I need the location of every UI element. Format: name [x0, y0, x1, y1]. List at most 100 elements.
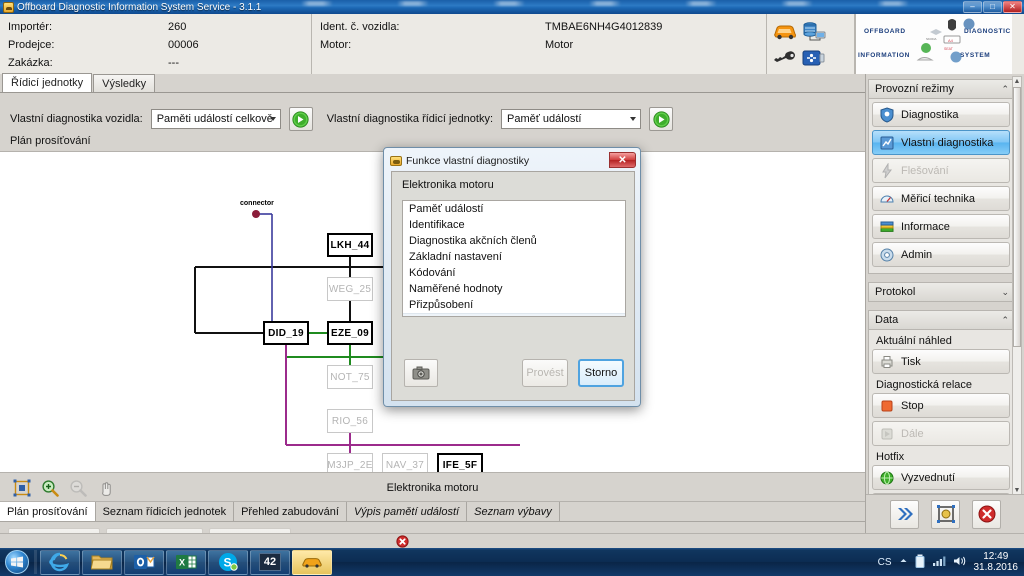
- taskbar-excel[interactable]: X: [166, 549, 206, 575]
- header-right-block: Ident. č. vozidla: TMBAE6NH4G4012839 Mot…: [312, 14, 767, 74]
- sidebar-scrollbar[interactable]: ▲ ▼: [1012, 76, 1022, 496]
- list-item[interactable]: Přizpůsobení: [403, 297, 625, 313]
- screenshot-button[interactable]: [931, 499, 960, 529]
- node-DID_19[interactable]: DID_19: [263, 321, 309, 345]
- network-icon[interactable]: [932, 555, 946, 570]
- node-RIO_56[interactable]: RIO_56: [327, 409, 373, 433]
- maximize-button[interactable]: □: [983, 1, 1002, 13]
- cancel-button[interactable]: [972, 499, 1001, 529]
- list-item-selected[interactable]: Oprávnění k přístupu: [403, 313, 625, 316]
- zoom-in-icon[interactable]: [36, 476, 64, 500]
- taskbar-clock[interactable]: 12:49 31.8.2016: [974, 551, 1019, 573]
- sidebar-section-provozni-rezimy[interactable]: Provozní režimy ⌃: [868, 79, 1014, 99]
- vin-value: TMBAE6NH4G4012839: [545, 21, 663, 33]
- brand-marks: A4 SEAT SKODA: [916, 18, 975, 63]
- sidebar-item-stop[interactable]: Stop: [872, 393, 1010, 418]
- next-nav-button[interactable]: [890, 499, 919, 529]
- node-IFE_5F[interactable]: IFE_5F: [437, 453, 483, 472]
- info-header: Importér: 260 Prodejce: 00006 Zakázka: -…: [0, 14, 1024, 74]
- node-NAV_37[interactable]: NAV_37: [382, 453, 428, 472]
- subtab-seznam-vybavy[interactable]: Seznam výbavy: [467, 502, 560, 521]
- sidebar-item-vyzvednuti[interactable]: Vyzvednutí: [872, 465, 1010, 490]
- sidebar-item-tisk[interactable]: Tisk: [872, 349, 1010, 374]
- target-frame-icon: [936, 505, 955, 523]
- sidebar-item-label: Informace: [901, 220, 950, 233]
- cancel-dialog-button[interactable]: Storno: [578, 359, 624, 387]
- tab-vysledky[interactable]: Výsledky: [93, 74, 156, 92]
- dialog-heading: Elektronika motoru: [402, 179, 494, 191]
- sidebar-item-informace[interactable]: Informace: [872, 214, 1010, 239]
- sidebar-section-protokol[interactable]: Protokol ⌄: [868, 282, 1014, 302]
- sidebar-group-data: Aktuální náhled Tisk Diagnostická relace…: [868, 330, 1014, 496]
- main-tab-bar: Řídicí jednotky Výsledky: [0, 73, 865, 93]
- sidebar-scroll-content: Provozní režimy ⌃ Diagnostika Vlastní di…: [868, 76, 1014, 496]
- list-item[interactable]: Základní nastavení: [403, 249, 625, 265]
- ecu-diagnostics-select[interactable]: Paměť událostí: [501, 109, 641, 129]
- dealer-value: 00006: [168, 39, 199, 51]
- show-hidden-icon[interactable]: [899, 556, 908, 568]
- taskbar-ie[interactable]: [40, 549, 80, 575]
- list-item[interactable]: Diagnostika akčních členů: [403, 233, 625, 249]
- scroll-up-icon[interactable]: ▲: [1013, 77, 1021, 86]
- dialog-footer: Provést Storno: [392, 354, 636, 394]
- node-EZE_09[interactable]: EZE_09: [327, 321, 373, 345]
- red-x-circle-icon: [978, 505, 995, 523]
- subtab-seznam-ridicich-jednotek[interactable]: Seznam řídicích jednotek: [96, 502, 235, 521]
- dialog-titlebar: Funkce vlastní diagnostiky ✕: [388, 152, 636, 169]
- battery-icon[interactable]: [915, 554, 925, 571]
- sidebar-item-merici-technika[interactable]: Měřicí technika: [872, 186, 1010, 211]
- dialog-close-button[interactable]: ✕: [609, 152, 636, 168]
- diagnostic-functions-list[interactable]: Paměť událostí Identifikace Diagnostika …: [402, 200, 626, 317]
- taskbar-skype[interactable]: S: [208, 549, 248, 575]
- vehicle-go-button[interactable]: [288, 107, 313, 131]
- taskbar-explorer[interactable]: [82, 549, 122, 575]
- list-item[interactable]: Kódování: [403, 265, 625, 281]
- key-icon[interactable]: [772, 48, 798, 72]
- sidebar-section-data[interactable]: Data ⌃: [868, 310, 1014, 330]
- obd-connector-icon[interactable]: [801, 48, 827, 72]
- tab-ridici-jednotky[interactable]: Řídicí jednotky: [2, 73, 93, 92]
- node-WEG_25[interactable]: WEG_25: [327, 277, 373, 301]
- red-error-icon[interactable]: [395, 534, 409, 548]
- diagnostics-icon: [879, 106, 895, 123]
- list-item[interactable]: Naměřené hodnoty: [403, 281, 625, 297]
- taskbar-odis[interactable]: [292, 549, 332, 575]
- fit-to-window-icon[interactable]: [8, 476, 36, 500]
- execute-button[interactable]: Provést: [522, 359, 568, 387]
- ecu-go-button[interactable]: [649, 107, 673, 131]
- volume-icon[interactable]: [953, 555, 967, 570]
- engine-value: Motor: [545, 39, 574, 51]
- subtab-plan-prositovani[interactable]: Plán prosíťování: [0, 502, 96, 521]
- sidebar-item-diagnostika[interactable]: Diagnostika: [872, 102, 1010, 127]
- taskbar-separator: [34, 550, 37, 574]
- sidebar-item-admin[interactable]: Admin: [872, 242, 1010, 267]
- diagnostics-controls: Vlastní diagnostika vozidla: Paměti udál…: [0, 105, 865, 133]
- list-item[interactable]: Identifikace: [403, 217, 625, 233]
- camera-button[interactable]: [404, 359, 438, 387]
- sidebar-item-vlastni-diagnostika[interactable]: Vlastní diagnostika: [872, 130, 1010, 155]
- node-NOT_75[interactable]: NOT_75: [327, 365, 373, 389]
- subtab-vypis-pameti-udalosti[interactable]: Výpis pamětí událostí: [347, 502, 468, 521]
- list-item[interactable]: Paměť událostí: [403, 201, 625, 217]
- order-value: ---: [168, 57, 179, 69]
- scrollbar-thumb[interactable]: [1013, 87, 1021, 347]
- taskbar-42[interactable]: 42: [250, 549, 290, 575]
- camera-icon: [412, 366, 430, 380]
- server-network-icon[interactable]: [801, 21, 827, 45]
- close-button[interactable]: ✕: [1003, 1, 1022, 13]
- sidebar-item-dale[interactable]: Dále: [872, 421, 1010, 446]
- sidebar-item-flesovani[interactable]: Flešování: [872, 158, 1010, 183]
- minimize-button[interactable]: –: [963, 1, 982, 13]
- svg-text:X: X: [179, 558, 185, 568]
- car-icon[interactable]: [772, 21, 798, 45]
- node-LKH_44[interactable]: LKH_44: [327, 233, 373, 257]
- tray-language[interactable]: CS: [878, 557, 892, 568]
- pan-hand-icon[interactable]: [92, 476, 120, 500]
- taskbar-outlook[interactable]: [124, 549, 164, 575]
- start-button[interactable]: [2, 549, 32, 575]
- vehicle-diagnostics-select[interactable]: Paměti událostí celkově: [150, 109, 281, 129]
- subtab-prehled-zabudovani[interactable]: Přehled zabudování: [234, 502, 347, 521]
- green-arrow-right-icon: [292, 110, 309, 128]
- sidebar-section-title: Protokol: [875, 286, 916, 298]
- node-M3JP_2E[interactable]: M3JP_2E: [327, 453, 373, 472]
